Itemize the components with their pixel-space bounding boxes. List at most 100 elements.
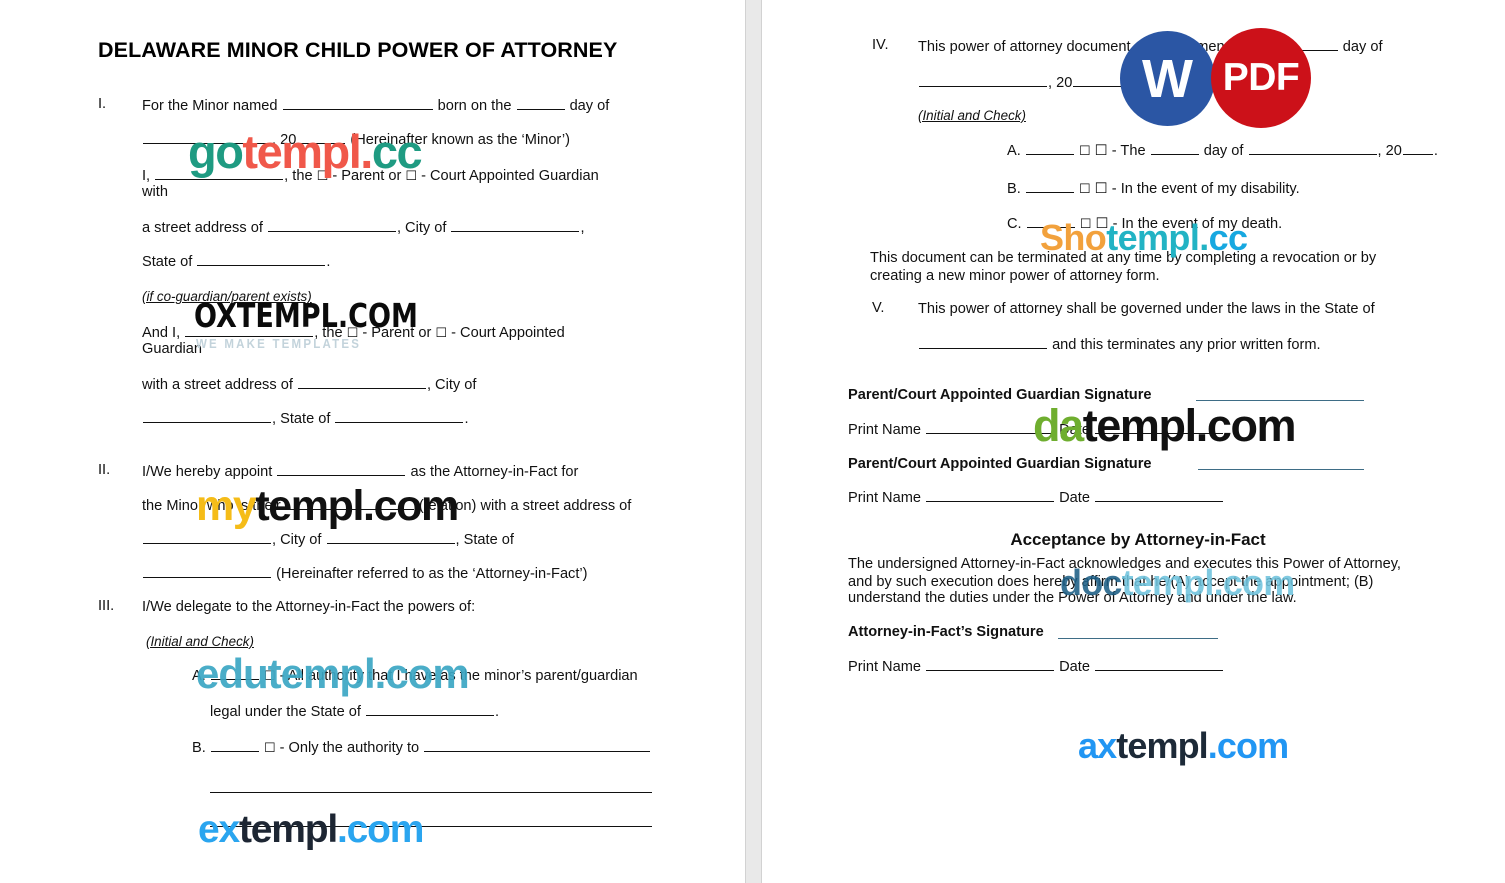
- guardian-signature-label-2: Parent/Court Appointed Guardian Signatur…: [848, 456, 1152, 472]
- iv-item-a-letter: A.: [1007, 143, 1021, 159]
- iv-item-b-checkbox[interactable]: ☐: [1079, 182, 1091, 197]
- aif-signature-label: Attorney-in-Fact’s Signature: [848, 624, 1044, 640]
- aif-state-field[interactable]: [143, 564, 271, 578]
- birth-year-field[interactable]: [297, 130, 346, 144]
- section-i-line-1: For the Minor named born on the day of: [142, 96, 610, 114]
- section-i-line-5: State of .: [142, 252, 331, 270]
- item-b-initial-field[interactable]: [210, 738, 259, 752]
- principal-state-field[interactable]: [197, 252, 326, 266]
- coguardian-name-field[interactable]: [185, 323, 314, 337]
- section-iii-item-b: B. ☐ ☐ - Only the authority to - Only th…: [192, 738, 651, 758]
- section-iii-line-1: I/We delegate to the Attorney-in-Fact th…: [142, 599, 476, 615]
- section-i-coguardian-line-2: with a street address of , City of: [142, 375, 477, 393]
- item-b-authority-line-3[interactable]: [210, 826, 652, 827]
- guardian-signature-line-2[interactable]: [1198, 469, 1364, 470]
- iv-item-c-letter: C.: [1007, 216, 1022, 232]
- co-guardian-note: (if co-guardian/parent exists): [142, 289, 312, 304]
- governing-state-field[interactable]: [919, 335, 1047, 349]
- section-iii-initial-check-note: (Initial and Check): [146, 634, 254, 649]
- aif-print-name-field[interactable]: [926, 657, 1055, 671]
- item-b-authority-field[interactable]: [424, 738, 651, 752]
- birth-month-field[interactable]: [143, 130, 271, 144]
- page-gutter: [745, 0, 762, 883]
- iv-item-b-initial-field[interactable]: [1025, 179, 1074, 193]
- acceptance-heading: Acceptance by Attorney-in-Fact: [1010, 530, 1266, 549]
- coguardian-state-field[interactable]: [335, 409, 464, 423]
- guardian-signature-line-1[interactable]: [1196, 400, 1364, 401]
- section-v-line-1: This power of attorney shall be governed…: [918, 301, 1375, 317]
- document-page-left: DELAWARE MINOR CHILD POWER OF ATTORNEY I…: [0, 0, 745, 883]
- date-field-1[interactable]: [1095, 420, 1224, 434]
- watermark-extempl: extempl.com: [198, 808, 424, 851]
- coguardian-street-field[interactable]: [297, 375, 426, 389]
- section-i-line-2: , 20 (Hereinafter known as the ‘Minor’): [142, 130, 570, 150]
- aif-city-field[interactable]: [326, 530, 455, 544]
- section-numeral-iv: IV.: [872, 37, 889, 53]
- iv-item-b-letter: B.: [1007, 181, 1021, 197]
- acceptance-body-line-3: understand the duties under the Power of…: [848, 590, 1297, 606]
- word-format-badge[interactable]: W: [1120, 31, 1215, 126]
- iv-item-a-day-field[interactable]: [1150, 141, 1199, 155]
- commence-year-field[interactable]: [1073, 73, 1122, 87]
- watermark-axtempl: axtempl.com: [1078, 725, 1289, 766]
- section-iii-item-a: A. ☐ ☐ - All authority that I have as th…: [192, 666, 638, 684]
- coguardian-parent-checkbox[interactable]: ☐: [347, 326, 359, 341]
- print-name-row-2: Print Name Date: [848, 488, 1224, 508]
- aif-signature-line[interactable]: [1058, 638, 1218, 639]
- section-numeral-v: V.: [872, 300, 885, 316]
- item-b-authority-line-2[interactable]: [210, 792, 652, 793]
- parent-checkbox[interactable]: ☐: [317, 169, 329, 184]
- section-i-coguardian-line-1b: Guardian: [142, 341, 203, 357]
- guardian-signature-label-1: Parent/Court Appointed Guardian Signatur…: [848, 387, 1152, 403]
- item-a-state-field[interactable]: [365, 702, 494, 716]
- item-b-checkbox[interactable]: ☐: [264, 741, 276, 756]
- principal-name-field[interactable]: [155, 166, 284, 180]
- iv-item-c-checkbox[interactable]: ☐: [1080, 217, 1092, 232]
- acceptance-print-name-row: Print Name Date: [848, 657, 1224, 677]
- print-name-field-1[interactable]: [926, 420, 1055, 434]
- section-i-line-3b: with: [142, 184, 168, 200]
- date-field-2[interactable]: [1095, 488, 1224, 502]
- coguardian-guardian-checkbox[interactable]: ☐: [435, 326, 447, 341]
- section-ii-line-3: , City of , State of: [142, 530, 514, 550]
- iv-item-a-initial-field[interactable]: [1025, 141, 1074, 155]
- iv-item-a-checkbox[interactable]: ☐: [1079, 144, 1091, 159]
- section-iv-item-a: A. ☐ ☐ - The day of , 20.: [1007, 141, 1438, 159]
- section-i-coguardian-line-3: , State of .: [142, 409, 469, 429]
- section-iv-item-b: B. ☐ ☐ - In the event of my disability.: [1007, 179, 1300, 197]
- minor-name-field[interactable]: [282, 96, 433, 110]
- iv-item-a-year-field[interactable]: [1402, 141, 1433, 155]
- section-v-line-2: and this terminates any prior written fo…: [918, 335, 1321, 355]
- aif-street-field[interactable]: [143, 530, 271, 544]
- section-i-line-4: a street address of , City of ,: [142, 218, 585, 236]
- relation-field[interactable]: [285, 496, 414, 510]
- principal-street-field[interactable]: [267, 218, 396, 232]
- print-name-field-2[interactable]: [926, 488, 1055, 502]
- page-title: DELAWARE MINOR CHILD POWER OF ATTORNEY: [98, 38, 618, 62]
- section-i-coguardian-line-1: And I, , the ☐ - Parent or ☐ - Court App…: [142, 323, 565, 341]
- item-b-letter: B.: [192, 740, 206, 756]
- aif-date-field[interactable]: [1095, 657, 1224, 671]
- item-a-letter: A.: [192, 668, 206, 684]
- iv-item-a-month-field[interactable]: [1248, 141, 1377, 155]
- coguardian-city-field[interactable]: [143, 409, 271, 423]
- section-iv-initial-check-note: (Initial and Check): [918, 108, 1026, 123]
- document-page-right: IV. This power of attorney document shal…: [762, 0, 1505, 883]
- guardian-checkbox[interactable]: ☐: [405, 169, 417, 184]
- section-ii-line-1: I/We hereby appoint as the Attorney-in-F…: [142, 462, 579, 480]
- section-ii-line-2: the Minor who is their (relation) with a…: [142, 496, 632, 514]
- termination-paragraph-line-2: creating a new minor power of attorney f…: [870, 268, 1160, 284]
- section-iv-line-2: , 20 and: [918, 73, 1151, 93]
- pdf-format-badge[interactable]: PDF: [1211, 28, 1311, 128]
- section-numeral-iii: III.: [98, 598, 115, 614]
- print-name-row-1: Print Name Date: [848, 420, 1224, 440]
- acceptance-body-line-1: The undersigned Attorney-in-Fact acknowl…: [848, 556, 1401, 572]
- commence-month-field[interactable]: [919, 73, 1047, 87]
- section-iii-item-a-line2: legal under the State of .: [210, 702, 500, 720]
- item-a-initial-field[interactable]: [210, 666, 259, 680]
- iv-item-c-initial-field[interactable]: [1026, 214, 1075, 228]
- birth-day-field[interactable]: [516, 96, 565, 110]
- principal-city-field[interactable]: [451, 218, 580, 232]
- attorney-in-fact-name-field[interactable]: [277, 462, 406, 476]
- item-a-checkbox[interactable]: ☐: [264, 669, 276, 684]
